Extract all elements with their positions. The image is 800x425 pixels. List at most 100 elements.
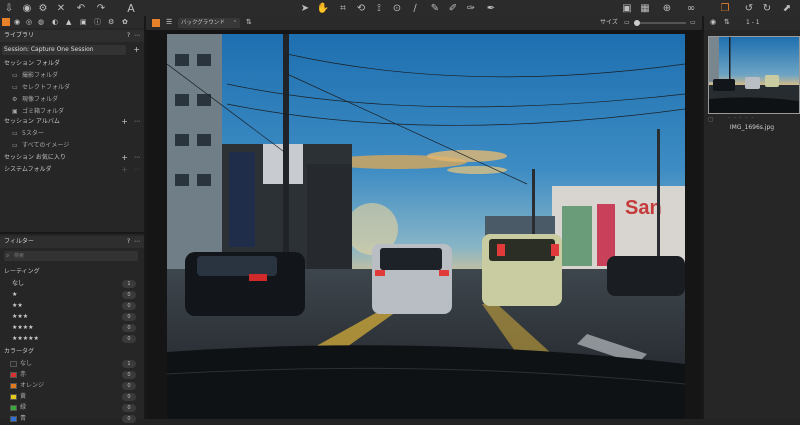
session-albums-header[interactable]: セッション アルバム + ⋯	[0, 116, 144, 128]
session-select[interactable]: Session: Capture One Session	[2, 45, 126, 55]
import-icon[interactable]: ⇩	[2, 1, 16, 15]
export-icon[interactable]: ⬈	[780, 1, 794, 15]
filter-search[interactable]: ⌕	[0, 250, 144, 262]
tool-tabs: ◉ ◎ ◍ ◐ ▲ ▣ ⓘ ⚙ ✿	[0, 16, 144, 28]
favorites-label: セッション お気に入り	[4, 154, 66, 161]
album-item[interactable]: ▭ 5スター	[0, 128, 144, 140]
library-header[interactable]: ライブラリ ? ⋯	[0, 30, 144, 42]
trash-icon[interactable]: ✕	[54, 1, 68, 15]
capture-tab-icon[interactable]: ◉	[14, 16, 20, 28]
rotate-icon[interactable]: ⟲	[354, 1, 368, 15]
album-item[interactable]: ▭ すべてのイメージ	[0, 140, 144, 152]
system-folders-header[interactable]: システムフォルダ + ⋯	[0, 164, 144, 176]
rating-stars[interactable]: · · · · ·	[728, 115, 754, 122]
sort-icon[interactable]: ⇅	[724, 18, 730, 26]
album-label: 5スター	[22, 130, 44, 137]
glasses-icon[interactable]: ∞	[684, 1, 698, 15]
session-folders-label: セッション フォルダ	[4, 60, 60, 67]
rating-count: 1	[122, 280, 136, 288]
browser-panel: ◉ ⇅ 1 - 1 ▢ · · · · · IMG_1696s.jpg	[704, 16, 800, 419]
cursor-icon[interactable]: ➤	[298, 1, 312, 15]
lens-tab-icon[interactable]: ◎	[26, 16, 32, 28]
more-icon[interactable]: ⋯	[134, 30, 140, 42]
more-icon[interactable]: ⋯	[134, 152, 140, 164]
adjust-icon[interactable]: ∕	[408, 1, 422, 15]
gradient-icon[interactable]: ✑	[464, 1, 478, 15]
library-title: ライブラリ	[4, 32, 35, 39]
more-icon[interactable]: ⋯	[134, 116, 140, 128]
checkbox-icon[interactable]: ▢	[708, 116, 714, 123]
color-tag-item[interactable]: 青0	[0, 413, 144, 425]
favorites-header[interactable]: セッション お気に入り + ⋯	[0, 152, 144, 164]
thumbnail-selected[interactable]	[708, 36, 800, 114]
list-view-icon[interactable]: ☰	[166, 18, 172, 26]
thumbnail-filename: IMG_1696s.jpg	[729, 124, 775, 131]
color-tag-count: 0	[122, 371, 136, 379]
color-tag-count: 0	[122, 404, 136, 412]
main-photo[interactable]: San	[167, 34, 685, 419]
details-tab-icon[interactable]: ▲	[66, 16, 71, 28]
settings-icon[interactable]: ⚙	[36, 1, 50, 15]
more-icon[interactable]: ⋯	[134, 164, 140, 176]
output-tab-icon[interactable]: ⚙	[108, 16, 114, 28]
rating-filter-item[interactable]: ★★★★★ 0	[0, 333, 144, 345]
session-folders-header[interactable]: セッション フォルダ	[0, 58, 144, 70]
album-icon: ▭	[12, 130, 18, 137]
more-icon[interactable]: ⋯	[134, 236, 140, 248]
color-swatch-icon	[10, 416, 17, 422]
folder-select-icon: ▭	[12, 84, 18, 91]
sort-icon[interactable]: ⇅	[246, 18, 252, 26]
add-favorite-icon[interactable]: +	[121, 152, 128, 164]
exposure-tab-icon[interactable]: ◐	[52, 16, 58, 28]
add-album-icon[interactable]: +	[121, 116, 128, 128]
system-folders-label: システムフォルダ	[4, 166, 52, 173]
small-size-icon: ▭	[624, 19, 630, 26]
spot-icon[interactable]: ⊙	[390, 1, 404, 15]
folder-item[interactable]: ⚙ 現像フォルダ	[0, 94, 144, 106]
text-icon[interactable]: A	[124, 1, 138, 15]
library-tab-icon[interactable]	[2, 18, 10, 26]
color-tab-icon[interactable]: ◍	[38, 16, 44, 28]
add-system-icon[interactable]: +	[121, 164, 128, 176]
undo-icon[interactable]: ↶	[74, 1, 88, 15]
browser-icon[interactable]: ▣	[620, 1, 634, 15]
pan-icon[interactable]: ✋	[316, 1, 330, 15]
view-mode-label: バックグラウンド	[181, 20, 225, 26]
session-selector[interactable]: Session: Capture One Session +	[0, 44, 144, 56]
eraser-icon[interactable]: ✐	[446, 1, 460, 15]
rating-header[interactable]: レーティング	[0, 266, 144, 278]
album-label: すべてのイメージ	[22, 142, 70, 149]
reset-icon[interactable]: ↺	[742, 1, 756, 15]
grid-icon[interactable]: ▦	[638, 1, 652, 15]
filters-header[interactable]: フィルター ? ⋯	[0, 236, 144, 248]
filter-search-input[interactable]	[4, 251, 138, 261]
keystone-icon[interactable]: ⟟	[372, 1, 386, 15]
meta-tab-icon[interactable]: ⓘ	[94, 16, 101, 28]
folder-label: セレクトフォルダ	[22, 84, 71, 91]
color-tag-count: 0	[122, 382, 136, 390]
adjust-tab-icon[interactable]: ▣	[80, 16, 87, 28]
reset-all-icon[interactable]: ↻	[760, 1, 774, 15]
size-slider[interactable]	[634, 20, 686, 26]
viewer-layout-icon[interactable]	[152, 19, 160, 27]
camera-icon[interactable]: ◉	[20, 1, 34, 15]
folder-item[interactable]: ▭ セレクトフォルダ	[0, 82, 144, 94]
size-slider-handle[interactable]	[634, 20, 640, 26]
picker-icon[interactable]: ✒	[484, 1, 498, 15]
view-mode-select[interactable]: バックグラウンド ⌃	[178, 18, 240, 28]
zoom-icon[interactable]: ⊕	[660, 1, 674, 15]
folder-capture-icon: ▭	[12, 72, 18, 79]
add-session-icon[interactable]: +	[133, 44, 140, 56]
eye-icon[interactable]: ◉	[710, 18, 716, 26]
copy-icon[interactable]: ❐	[718, 1, 732, 15]
batch-tab-icon[interactable]: ✿	[122, 16, 128, 28]
folder-item[interactable]: ▭ 撮影フォルダ	[0, 70, 144, 82]
color-tag-count: 0	[122, 415, 136, 423]
crop-icon[interactable]: ⌗	[336, 1, 350, 15]
brush-icon[interactable]: ✎	[428, 1, 442, 15]
library-help-icon[interactable]: ?	[127, 30, 130, 42]
redo-icon[interactable]: ↷	[94, 1, 108, 15]
filters-help-icon[interactable]: ?	[127, 236, 130, 248]
main-toolbar: ⇩ ◉ ⚙ ✕ ↶ ↷ A ➤ ✋ ⌗ ⟲ ⟟ ⊙ ∕ ✎ ✐ ✑ ✒ ▣ ▦ …	[0, 0, 800, 17]
color-tag-header[interactable]: カラータグ	[0, 346, 144, 358]
